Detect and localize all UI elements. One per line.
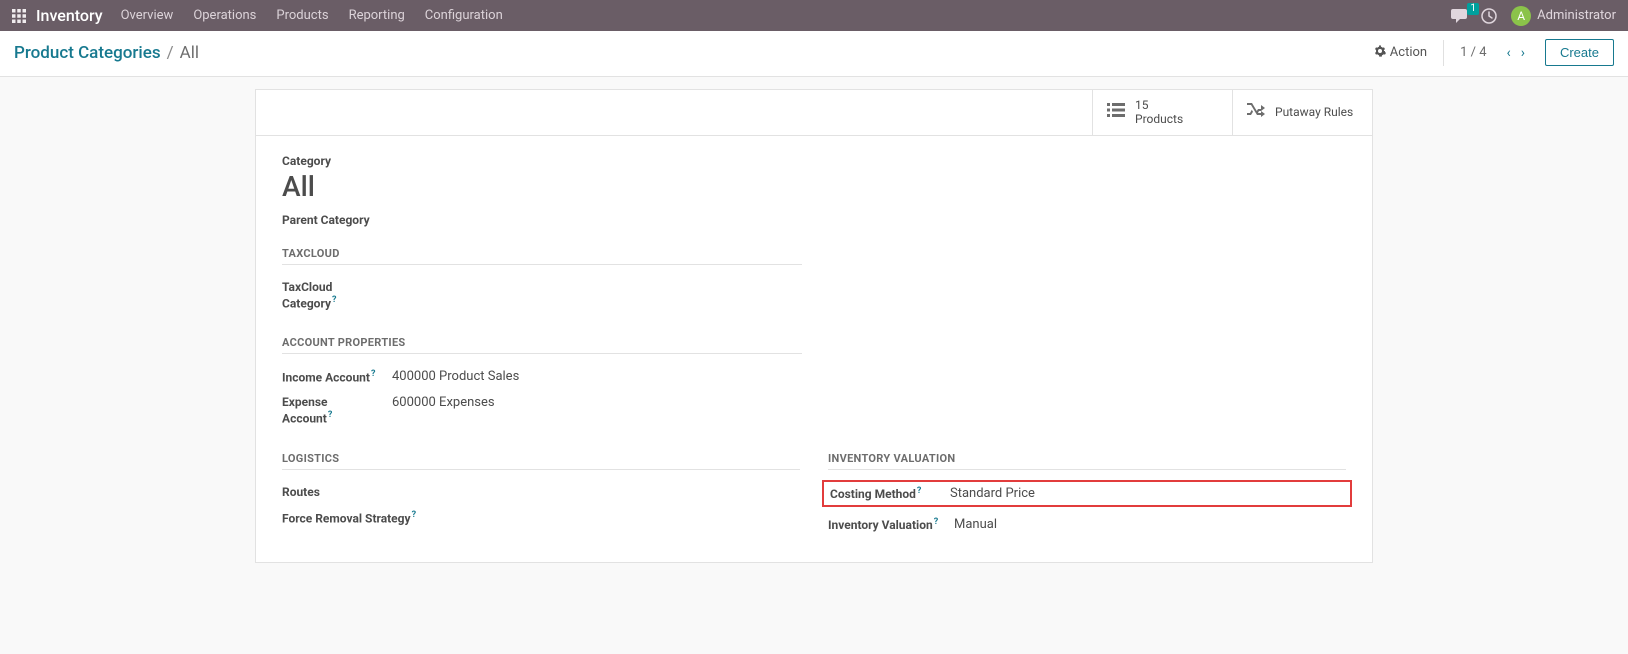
user-menu[interactable]: A Administrator [1511,6,1616,26]
expense-account-label: Expense Account [282,395,327,425]
routes-label: Routes [282,485,320,499]
costing-method-label: Costing Method? [830,486,940,501]
pager-next-icon[interactable]: › [1517,45,1529,61]
force-removal-value [442,505,800,531]
costing-method-row-highlighted: Costing Method? Standard Price [822,480,1352,507]
parent-category-label: Parent Category [282,213,370,227]
control-panel-right: Action 1 / 4 ‹ › Create [1374,39,1614,66]
control-panel: Product Categories / All Action 1 / 4 ‹ … [0,31,1628,77]
apps-icon[interactable] [12,9,26,23]
list-icon [1107,101,1125,123]
help-icon[interactable]: ? [934,517,938,527]
app-name[interactable]: Inventory [36,6,103,25]
clock-icon[interactable] [1481,8,1497,24]
inventory-valuation-section-title: INVENTORY VALUATION [828,452,1346,470]
pager-text[interactable]: 1 / 4 [1460,45,1486,60]
costing-method-value: Standard Price [940,486,1344,501]
pager-arrows: ‹ › [1503,45,1529,61]
routes-value [442,480,800,505]
help-icon[interactable]: ? [332,295,336,305]
shuffle-icon [1247,101,1265,123]
avatar: A [1511,6,1531,26]
taxcloud-category-value [392,275,802,316]
nav-link-products[interactable]: Products [276,8,328,23]
discuss-badge: 1 [1467,3,1479,15]
logistics-group: LOGISTICS Routes Force Removal Strategy? [282,452,800,531]
breadcrumb-root[interactable]: Product Categories [14,43,161,63]
action-button[interactable]: Action [1374,45,1427,61]
breadcrumb-current: All [180,43,199,63]
nav-link-overview[interactable]: Overview [121,8,174,23]
action-label: Action [1390,45,1427,60]
account-properties-section-title: ACCOUNT PROPERTIES [282,336,802,354]
help-icon[interactable]: ? [917,486,921,496]
help-icon[interactable]: ? [371,369,375,379]
expense-account-value: 600000 Expenses [392,390,802,431]
nav-link-operations[interactable]: Operations [193,8,256,23]
nav-link-configuration[interactable]: Configuration [425,8,503,23]
two-col-container: LOGISTICS Routes Force Removal Strategy? [282,452,1346,536]
logistics-section-title: LOGISTICS [282,452,800,470]
account-properties-group: ACCOUNT PROPERTIES Income Account? 40000… [282,336,802,432]
divider [1443,40,1444,66]
taxcloud-category-label: TaxCloud Category [282,280,332,310]
sheet-body: Category All Parent Category TAXCLOUD Ta… [256,136,1372,562]
pager-prev-icon[interactable]: ‹ [1503,45,1515,61]
taxcloud-section-title: TAXCLOUD [282,247,802,265]
help-icon[interactable]: ? [412,510,416,520]
topnav-right: 1 A Administrator [1451,6,1616,26]
stat-button-box: 15 Products Putaway Rules [256,90,1372,136]
gear-icon [1374,45,1386,61]
stat-button-putaway[interactable]: Putaway Rules [1232,90,1372,135]
products-count: 15 [1135,98,1183,112]
category-label: Category [282,154,1346,168]
income-account-value: 400000 Product Sales [392,364,802,390]
inventory-valuation-group: INVENTORY VALUATION Costing Method? Stan… [828,452,1346,536]
income-account-label: Income Account [282,370,370,384]
nav-link-reporting[interactable]: Reporting [349,8,405,23]
help-icon[interactable]: ? [328,410,332,420]
top-nav: Inventory Overview Operations Products R… [0,0,1628,31]
breadcrumb-separator: / [167,43,174,63]
stat-button-products[interactable]: 15 Products [1092,90,1232,135]
discuss-icon[interactable]: 1 [1451,9,1467,23]
inventory-valuation-value: Manual [944,517,1346,532]
nav-links: Overview Operations Products Reporting C… [121,8,503,23]
form-container: 15 Products Putaway Rules Category All P… [0,77,1628,583]
inventory-valuation-row: Inventory Valuation? Manual [828,513,1346,536]
breadcrumb: Product Categories / All [14,43,199,63]
inventory-valuation-label: Inventory Valuation? [828,517,944,532]
user-name-label: Administrator [1537,8,1616,23]
force-removal-label: Force Removal Strategy [282,511,411,525]
title-block: Category All [282,154,1346,203]
create-button[interactable]: Create [1545,39,1614,66]
taxcloud-group: TAXCLOUD TaxCloud Category? [282,247,802,316]
products-label: Products [1135,112,1183,126]
category-name: All [282,170,1346,203]
form-sheet: 15 Products Putaway Rules Category All P… [255,89,1373,563]
parent-category-row: Parent Category [282,213,1346,227]
putaway-label: Putaway Rules [1275,105,1353,119]
